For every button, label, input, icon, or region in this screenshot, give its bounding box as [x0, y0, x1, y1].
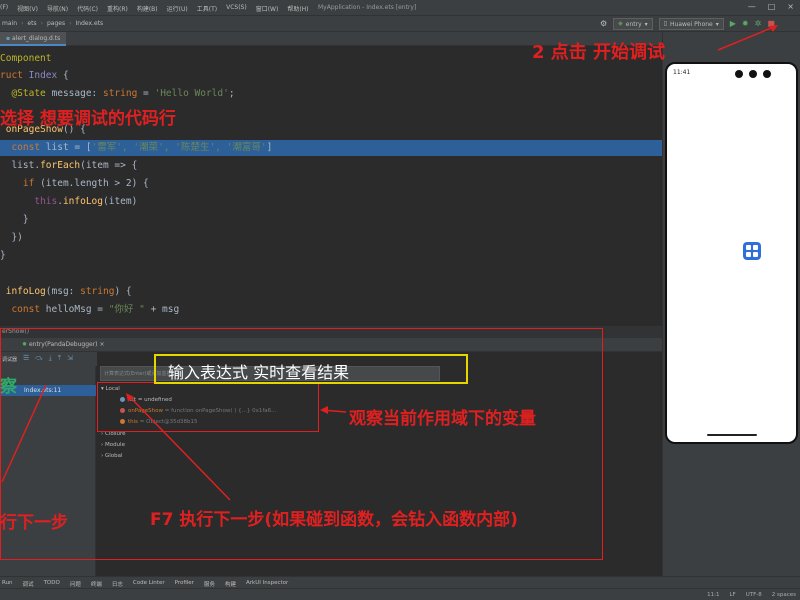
- chevron-down-icon: ▾: [715, 20, 719, 28]
- tool-problems[interactable]: 问题: [70, 580, 81, 588]
- line-separator[interactable]: LF: [729, 592, 735, 598]
- tool-todo[interactable]: TODO: [44, 580, 60, 586]
- stop-icon[interactable]: ■: [767, 19, 775, 29]
- code-line: this.infoLog(item): [34, 196, 138, 207]
- close-window-button[interactable]: ×: [787, 2, 794, 11]
- tool-profiler[interactable]: Profiler: [175, 580, 194, 586]
- camera-icon: [763, 70, 771, 78]
- menu-window[interactable]: 窗口(W): [256, 4, 279, 13]
- editor-tab-label: alert_dialog.d.ts: [12, 35, 61, 42]
- window-controls: — □ ×: [748, 2, 794, 11]
- camera-icon: [749, 70, 757, 78]
- gear-icon[interactable]: ⚙: [600, 19, 607, 29]
- editor-tab[interactable]: ▪ alert_dialog.d.ts: [0, 32, 67, 46]
- cursor-position[interactable]: 11:1: [707, 592, 719, 598]
- highlighted-code-line[interactable]: const list = ['雷军', '潮菜', '陈楚生', '潮富哥']: [0, 140, 662, 156]
- annotation-evaluate: 输入表达式 实时查看结果: [168, 363, 350, 382]
- status-bar: 11:1 LF UTF-8 2 spaces: [0, 588, 800, 600]
- device-dropdown[interactable]: ▯ Huawei Phone ▾: [658, 18, 724, 30]
- attach-debugger-icon[interactable]: ✲: [755, 19, 762, 29]
- code-line: ruct Index {: [0, 70, 69, 81]
- code-line: @State message: string = 'Hello World';: [11, 88, 235, 99]
- status-bar-right: 11:1 LF UTF-8 2 spaces: [707, 592, 796, 598]
- tool-terminal[interactable]: 终端: [91, 580, 102, 588]
- tool-run[interactable]: Run: [2, 580, 13, 586]
- breadcrumb-separator-icon: ›: [69, 20, 72, 27]
- tool-build[interactable]: 构建: [225, 580, 236, 588]
- code-line: }): [11, 232, 23, 243]
- menu-tools[interactable]: 工具(T): [197, 4, 217, 13]
- menu-refactor[interactable]: 重构(R): [107, 4, 128, 13]
- debug-icon[interactable]: ✹: [742, 19, 749, 29]
- breadcrumb-separator-icon: ›: [40, 20, 43, 27]
- annotation-step-over: 行下一步: [0, 513, 68, 533]
- variables-highlight-box: [97, 382, 319, 432]
- code-line: const helloMsg = "你好 " + msg: [11, 304, 180, 315]
- code-editor[interactable]: Component ruct Index { @State message: s…: [0, 46, 662, 326]
- chevron-down-icon: ▾: [644, 20, 648, 28]
- menu-run[interactable]: 运行(U): [167, 4, 188, 13]
- run-icon[interactable]: ▶: [730, 19, 736, 29]
- tool-window-bar: Run 调试 TODO 问题 终端 日志 Code Linter Profile…: [0, 576, 800, 588]
- camera-icon: [735, 70, 743, 78]
- breadcrumb-main[interactable]: main: [2, 20, 17, 27]
- navigation-bar: main › ets › pages › Index.ets ⚙ ◆ entry…: [0, 16, 800, 32]
- phone-icon: ▯: [663, 20, 667, 27]
- tool-services[interactable]: 服务: [204, 580, 215, 588]
- menu-view[interactable]: 视图(V): [17, 4, 38, 13]
- indent-setting[interactable]: 2 spaces: [772, 592, 796, 598]
- annotation-observe-vars: 观察当前作用域下的变量: [349, 409, 536, 429]
- menu-vcs[interactable]: VCS(S): [226, 4, 247, 13]
- breadcrumb-ets[interactable]: ets: [27, 20, 36, 27]
- menu-help[interactable]: 帮助(H): [287, 4, 308, 13]
- code-line: }: [22, 214, 29, 225]
- annotation-step-into: F7 执行下一步(如果碰到函数，会钻入函数内部): [150, 510, 518, 530]
- menu-file[interactable]: (F): [0, 4, 8, 13]
- menu-build[interactable]: 构建(B): [137, 4, 158, 13]
- menu-navigate[interactable]: 导航(N): [47, 4, 68, 13]
- module-dropdown[interactable]: ◆ entry ▾: [613, 18, 653, 30]
- tool-debug[interactable]: 调试: [23, 580, 34, 588]
- breadcrumb-separator-icon: ›: [21, 20, 24, 27]
- menu-code[interactable]: 代码(C): [77, 4, 98, 13]
- app-grid-icon[interactable]: [743, 242, 761, 260]
- run-configuration: ⚙ ◆ entry ▾ ▯ Huawei Phone ▾ ▶ ✹ ✲ ■: [600, 18, 775, 30]
- breadcrumb-file[interactable]: Index.ets: [76, 20, 104, 27]
- annotation-start-debug: 2 点击 开始调试: [532, 42, 666, 63]
- maximize-button[interactable]: □: [768, 2, 776, 11]
- tool-code-linter[interactable]: Code Linter: [133, 580, 165, 586]
- window-title: MyApplication - Index.ets [entry]: [318, 4, 417, 11]
- code-line: if (item.length > 2) {: [22, 178, 149, 189]
- phone-preview[interactable]: 11:41: [665, 62, 798, 444]
- module-label: entry: [625, 20, 642, 28]
- home-indicator: [707, 434, 757, 436]
- menu-bar: (F) 视图(V) 导航(N) 代码(C) 重构(R) 构建(B) 运行(U) …: [0, 0, 800, 16]
- device-label: Huawei Phone: [670, 20, 713, 28]
- tool-arkui-inspector[interactable]: ArkUI Inspector: [246, 580, 288, 586]
- minimize-button[interactable]: —: [748, 2, 756, 11]
- code-line: }: [0, 250, 6, 261]
- phone-time: 11:41: [673, 69, 691, 76]
- code-line: infoLog(msg: string) {: [5, 286, 132, 297]
- tool-log[interactable]: 日志: [112, 580, 123, 588]
- file-encoding[interactable]: UTF-8: [746, 592, 762, 598]
- annotation-select-line: 选择 想要调试的代码行: [0, 109, 176, 129]
- menu-list: (F) 视图(V) 导航(N) 代码(C) 重构(R) 构建(B) 运行(U) …: [0, 4, 309, 13]
- breadcrumb: main › ets › pages › Index.ets: [2, 20, 103, 27]
- breadcrumb-pages[interactable]: pages: [47, 20, 65, 27]
- annotation-observe-left: 察: [0, 377, 17, 397]
- module-icon: ◆: [618, 20, 623, 27]
- code-line: list.forEach(item => {: [11, 160, 138, 171]
- file-icon: ▪: [6, 35, 11, 42]
